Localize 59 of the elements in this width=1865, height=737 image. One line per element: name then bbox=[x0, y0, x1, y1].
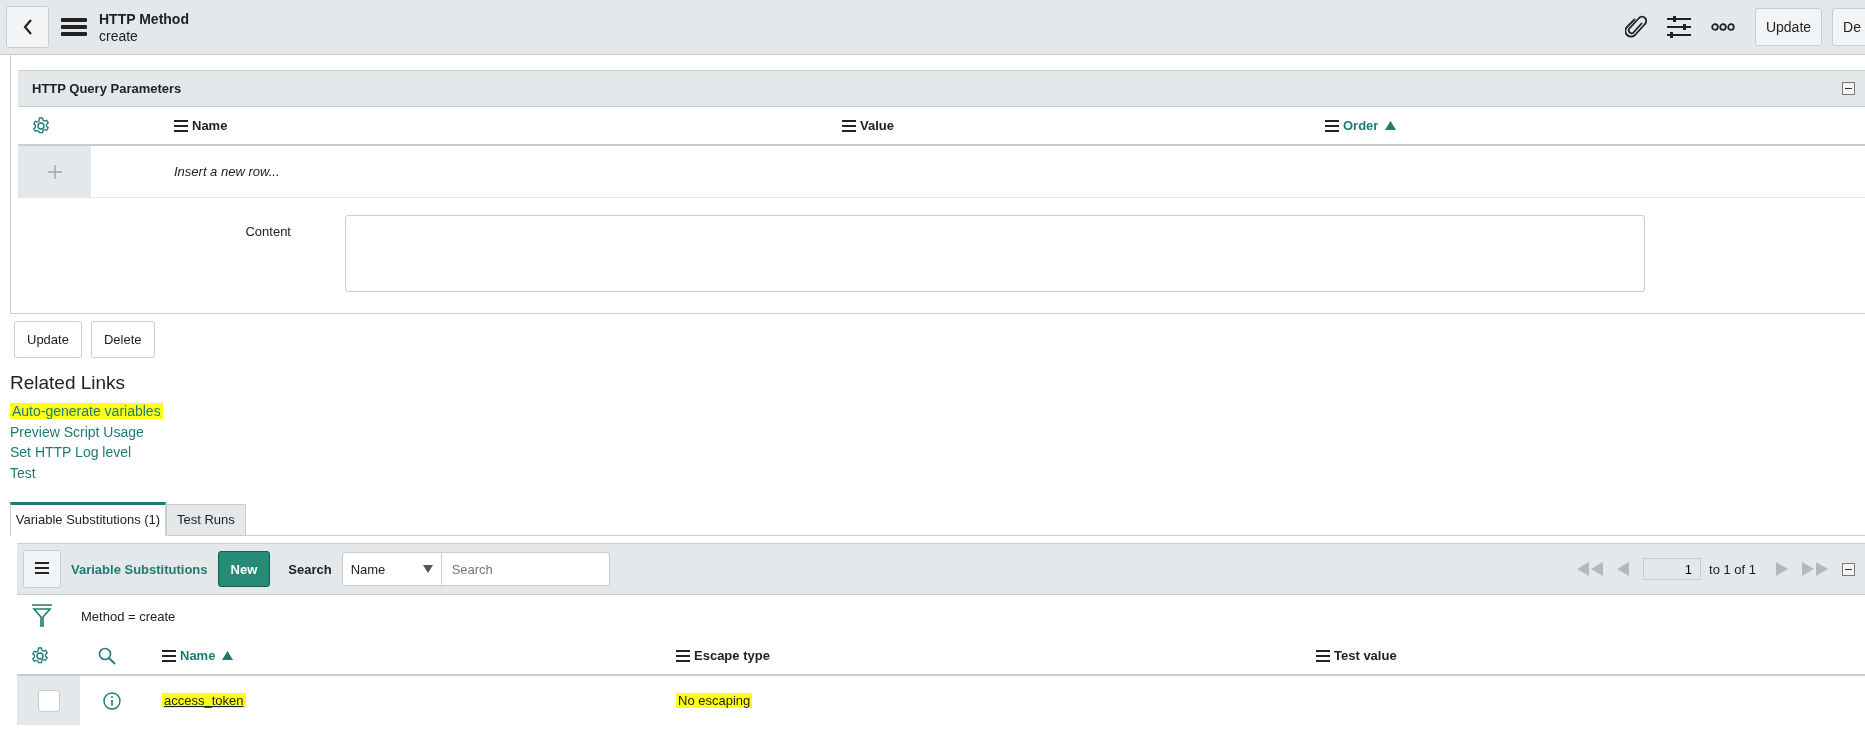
sort-ascending-icon[interactable] bbox=[222, 651, 234, 660]
back-button[interactable] bbox=[6, 6, 49, 48]
column-header[interactable]: Order bbox=[1343, 118, 1379, 133]
filter-condition[interactable]: Method = create bbox=[81, 608, 176, 624]
related-link[interactable]: Preview Script Usage bbox=[10, 423, 144, 440]
tab[interactable]: Variable Substitutions (1) bbox=[10, 502, 166, 536]
list-title[interactable]: Variable Substitutions bbox=[71, 561, 208, 577]
paperclip-icon[interactable] bbox=[1624, 14, 1647, 40]
tab[interactable]: Test Runs bbox=[166, 504, 246, 535]
header-button[interactable]: De bbox=[1832, 8, 1865, 46]
related-link[interactable]: Test bbox=[10, 464, 36, 481]
column-menu-icon[interactable] bbox=[1325, 119, 1339, 132]
content-field[interactable] bbox=[345, 215, 1645, 292]
filter-icon[interactable] bbox=[31, 604, 53, 628]
column-header[interactable]: Name bbox=[192, 118, 228, 133]
chevron-left-icon bbox=[21, 18, 34, 36]
row-checkbox[interactable] bbox=[37, 689, 60, 712]
info-icon[interactable] bbox=[103, 691, 121, 710]
column-menu-icon[interactable] bbox=[842, 119, 856, 132]
page-number-field[interactable]: 1 bbox=[1643, 558, 1701, 580]
page-range: to 1 of 1 bbox=[1709, 561, 1756, 577]
column-menu-icon[interactable] bbox=[676, 649, 690, 662]
search-column-dropdown[interactable]: Name bbox=[341, 552, 442, 586]
column-header[interactable]: Test value bbox=[1334, 648, 1397, 663]
field-label: Content bbox=[244, 223, 292, 241]
form-button[interactable]: Delete bbox=[90, 321, 155, 358]
table-cell: No escaping bbox=[676, 693, 753, 708]
related-link[interactable]: Set HTTP Log level bbox=[10, 444, 132, 460]
record-title: HTTP Method bbox=[99, 10, 189, 27]
column-menu-icon[interactable] bbox=[1316, 649, 1330, 662]
more-icon[interactable] bbox=[1710, 23, 1735, 31]
settings-icon[interactable] bbox=[32, 116, 50, 135]
list-menu-button[interactable] bbox=[23, 550, 61, 588]
search-icon[interactable] bbox=[98, 646, 116, 665]
insert-row-text: Insert a new row... bbox=[174, 164, 280, 179]
header-button[interactable]: Update bbox=[1754, 8, 1823, 46]
plus-icon bbox=[47, 164, 62, 179]
record-subtitle: create bbox=[99, 27, 139, 44]
column-menu-icon[interactable] bbox=[162, 649, 176, 662]
column-menu-icon[interactable] bbox=[174, 119, 188, 132]
related-link[interactable]: Auto-generate variables bbox=[10, 403, 163, 419]
settings-icon[interactable] bbox=[31, 646, 49, 665]
sliders-icon[interactable] bbox=[1666, 15, 1691, 39]
column-header[interactable]: Escape type bbox=[694, 648, 770, 663]
column-header[interactable]: Value bbox=[860, 118, 894, 133]
column-header[interactable]: Name bbox=[180, 648, 216, 663]
menu-icon bbox=[35, 561, 49, 574]
section-heading: Related Links bbox=[10, 372, 127, 394]
menu-icon[interactable] bbox=[61, 17, 87, 37]
caret-icon bbox=[422, 565, 433, 573]
collapse-button[interactable] bbox=[1842, 562, 1855, 576]
section-title: HTTP Query Parameters bbox=[32, 81, 182, 96]
search-label: Search bbox=[288, 561, 332, 577]
sort-ascending-icon[interactable] bbox=[1385, 121, 1397, 130]
search-field[interactable]: Search bbox=[441, 552, 610, 586]
form-button[interactable]: Update bbox=[14, 321, 82, 358]
record-link[interactable]: access_token bbox=[162, 693, 246, 708]
new-button[interactable]: New bbox=[217, 551, 271, 587]
collapse-button[interactable] bbox=[1842, 82, 1855, 95]
